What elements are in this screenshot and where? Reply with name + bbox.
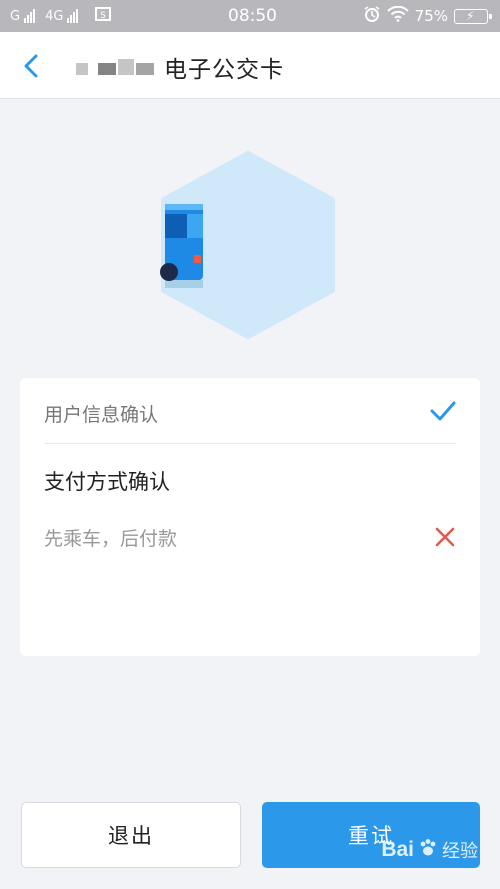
back-button[interactable]	[14, 48, 50, 84]
title-area: 电子公交卡	[72, 50, 284, 84]
watermark-suffix: 经验	[442, 841, 478, 862]
paw-icon	[418, 838, 438, 862]
user-info-label: 用户信息确认	[44, 404, 159, 426]
payment-row: 支付方式确认	[44, 466, 456, 496]
confirmation-card: 用户信息确认 支付方式确认 先乘车，后付款	[20, 378, 480, 656]
alarm-icon	[363, 5, 381, 27]
signal-area: G 4G S	[10, 6, 112, 26]
status-right: 75% ⚡	[363, 5, 492, 27]
close-icon	[434, 526, 456, 552]
watermark: Bai 经验	[381, 837, 478, 863]
carrier-label-1: G	[10, 8, 21, 24]
payment-method-row: 先乘车，后付款	[44, 524, 456, 551]
svg-text:S: S	[101, 11, 107, 21]
watermark-text: Bai	[381, 838, 414, 861]
payment-label: 支付方式确认	[44, 470, 170, 494]
bus-icon	[160, 204, 203, 288]
screenshot-icon: S	[94, 6, 112, 26]
check-icon	[430, 400, 456, 426]
bus-card-illustration	[160, 150, 336, 340]
signal-icon	[24, 9, 36, 23]
page-title: 电子公交卡	[164, 57, 284, 83]
wifi-icon	[386, 5, 409, 26]
redacted-text	[72, 55, 160, 79]
signal-icon-2	[67, 9, 79, 23]
chevron-left-icon	[24, 54, 38, 78]
header-bar: 电子公交卡	[0, 32, 500, 99]
status-bar: G 4G S 08:50 75% ⚡	[0, 0, 500, 32]
user-info-row: 用户信息确认	[44, 400, 456, 444]
carrier-label-2: 4G	[45, 8, 64, 24]
payment-method-label: 先乘车，后付款	[44, 528, 178, 550]
exit-button[interactable]: 退出	[21, 802, 241, 868]
status-time: 08:50	[228, 6, 277, 26]
battery-percent: 75%	[414, 7, 448, 25]
battery-icon: ⚡	[454, 8, 492, 24]
